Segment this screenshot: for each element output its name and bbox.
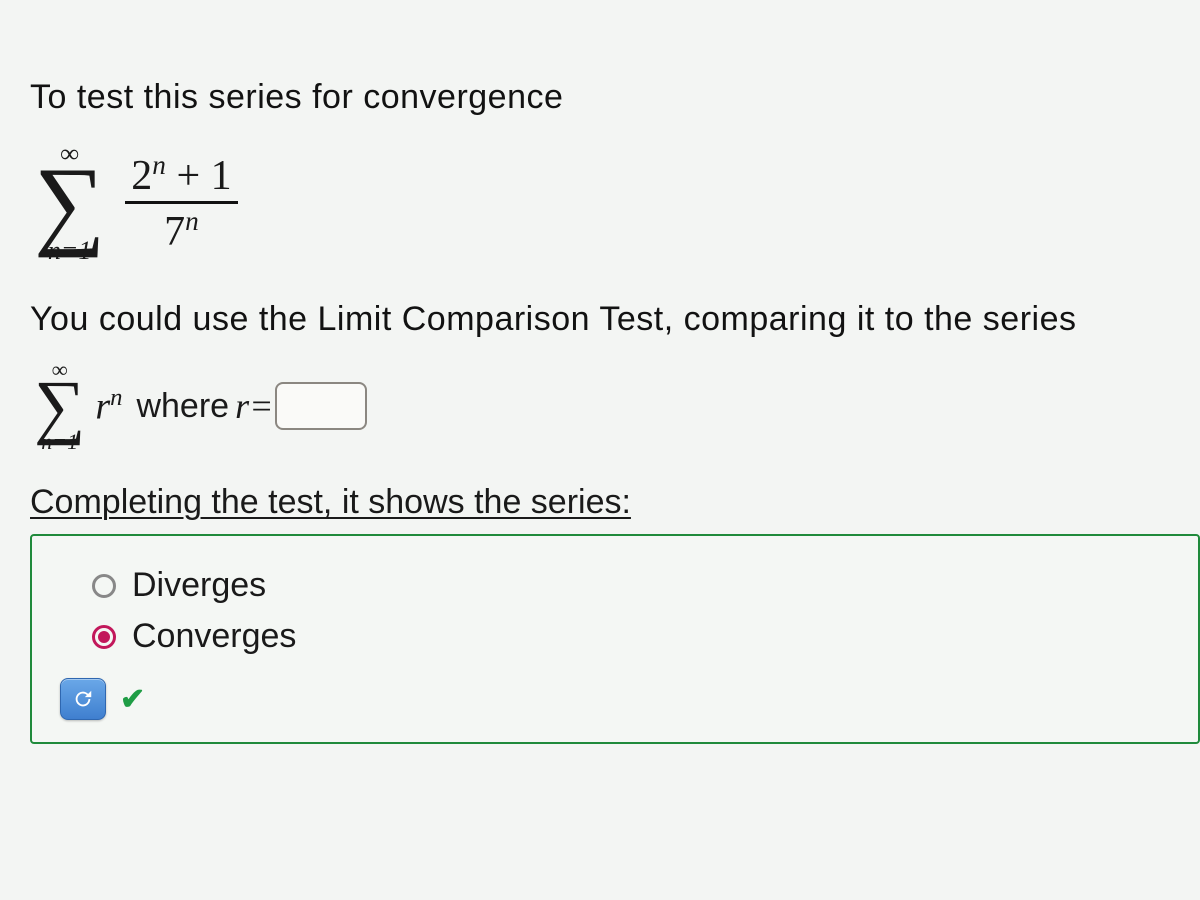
- intro-text: To test this series for convergence: [30, 78, 1200, 117]
- comparison-series: ∞ ∑ n=1 rn where r=: [34, 359, 1200, 453]
- completing-underline: Completing the test, it shows the series…: [30, 483, 631, 521]
- option-diverges[interactable]: Diverges: [92, 566, 1198, 605]
- term-rn: rn: [95, 384, 122, 429]
- retry-icon: [72, 688, 94, 710]
- sigma-lower: n=1: [48, 238, 92, 264]
- comparison-text: You could use the Limit Comparison Test,…: [30, 300, 1200, 339]
- sigma-symbol-small: ∞ ∑ n=1: [34, 359, 85, 453]
- answer-box: Diverges Converges ✔: [30, 534, 1200, 744]
- sigma-symbol: ∞ ∑ n=1: [34, 141, 105, 264]
- fraction-numerator: 2n + 1: [125, 152, 237, 204]
- option-diverges-label: Diverges: [132, 566, 266, 605]
- fraction-denominator: 7n: [158, 204, 205, 253]
- question-content: To test this series for convergence ∞ ∑ …: [0, 0, 1200, 900]
- r-equals: r=: [235, 385, 273, 427]
- fraction: 2n + 1 7n: [125, 152, 237, 253]
- check-icon: ✔: [120, 682, 145, 717]
- sigma-glyph-2: ∑: [34, 379, 85, 433]
- option-converges[interactable]: Converges: [92, 617, 1198, 656]
- button-row: ✔: [60, 678, 1198, 720]
- sigma-glyph: ∑: [34, 165, 105, 240]
- option-converges-label: Converges: [132, 617, 296, 656]
- series-formula: ∞ ∑ n=1 2n + 1 7n: [34, 141, 1200, 264]
- radio-checked-icon: [92, 625, 116, 649]
- r-input[interactable]: [275, 382, 367, 430]
- radio-unchecked-icon: [92, 574, 116, 598]
- where-label: where: [136, 387, 229, 426]
- completing-line: Completing the test, it shows the series…: [30, 483, 1200, 522]
- retry-button[interactable]: [60, 678, 106, 720]
- sigma-lower-2: n=1: [41, 431, 78, 453]
